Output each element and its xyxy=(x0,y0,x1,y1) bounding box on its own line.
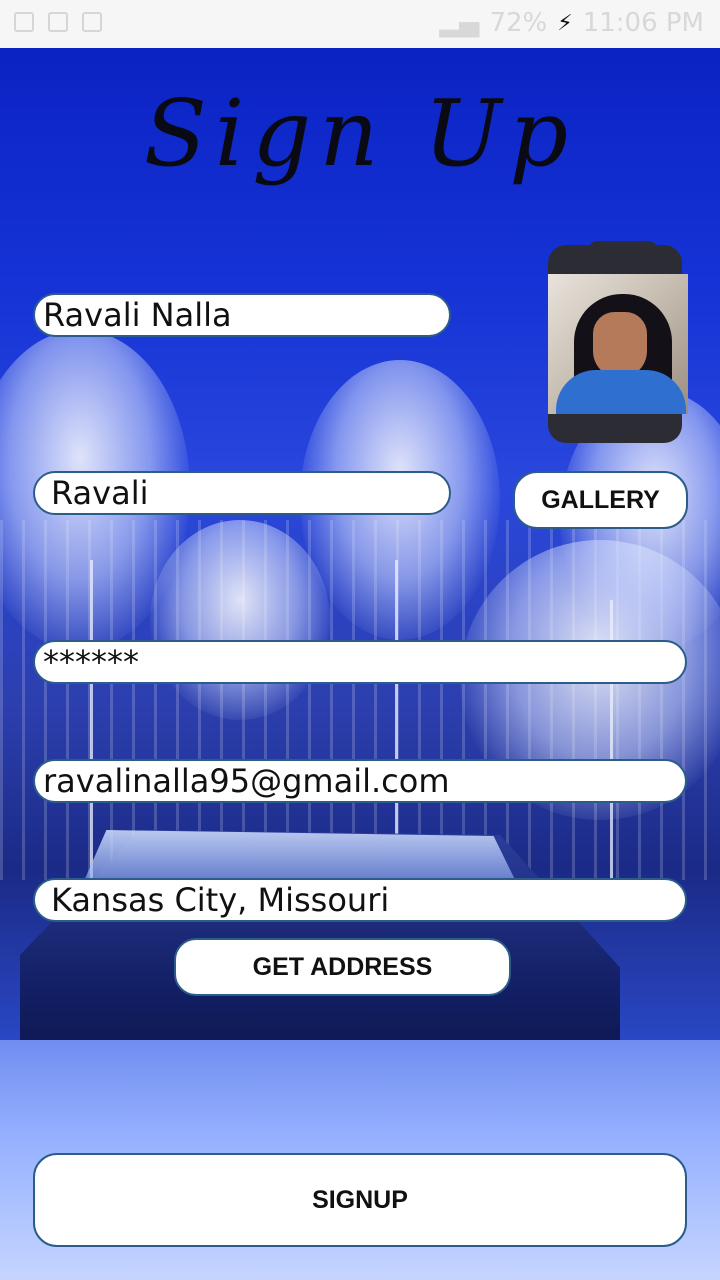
file-delete-icon xyxy=(82,12,102,32)
get-address-button[interactable]: GET ADDRESS xyxy=(174,938,511,996)
clock: 11:06 PM xyxy=(582,8,704,38)
page-title: Sign Up xyxy=(143,80,577,187)
file-icon xyxy=(48,12,68,32)
signup-screen: ▂▄ 72% ⚡ 11:06 PM Sign Up Ravali Nalla R… xyxy=(0,0,720,1280)
battery-level: 72% xyxy=(489,8,548,38)
name-field[interactable]: Ravali Nalla xyxy=(33,293,451,337)
password-field[interactable]: ****** xyxy=(33,640,687,684)
snowy-tree xyxy=(150,520,330,720)
tree-trunk xyxy=(395,560,398,860)
status-bar: ▂▄ 72% ⚡ 11:06 PM xyxy=(0,0,720,48)
signal-icon: ▂▄ xyxy=(439,8,480,38)
gallery-button[interactable]: GALLERY xyxy=(513,471,688,529)
address-field[interactable]: Kansas City, Missouri xyxy=(33,878,687,922)
tree-trunk xyxy=(90,560,93,880)
charging-icon: ⚡ xyxy=(557,10,573,36)
image-icon xyxy=(14,12,34,32)
username-field[interactable]: Ravali xyxy=(33,471,451,515)
profile-photo[interactable] xyxy=(548,274,688,414)
signup-button[interactable]: SIGNUP xyxy=(33,1153,687,1247)
email-field[interactable]: ravalinalla95@gmail.com xyxy=(33,759,687,803)
